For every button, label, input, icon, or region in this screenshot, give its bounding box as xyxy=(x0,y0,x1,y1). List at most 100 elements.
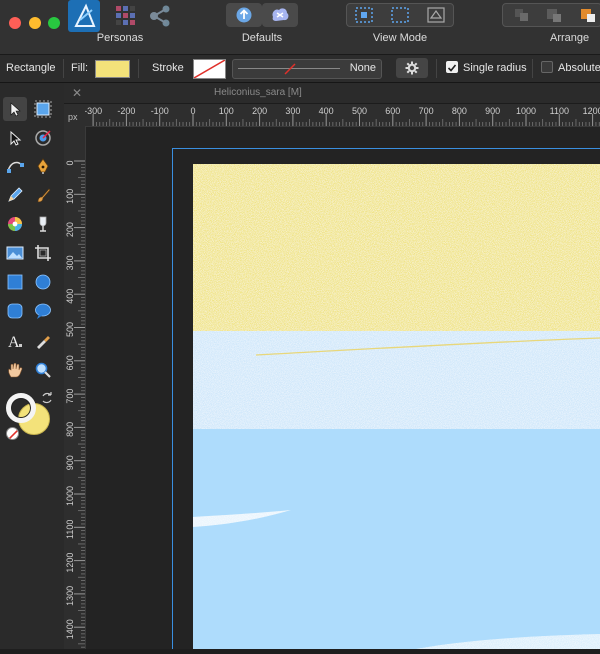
ruler-tick-label: -100 xyxy=(151,106,169,116)
ruler-tick-label: 1300 xyxy=(65,586,75,606)
ruler-tick-label: 1100 xyxy=(550,106,569,116)
callout-tool-icon[interactable] xyxy=(31,299,55,323)
ruler-tick-label: 600 xyxy=(385,106,400,116)
ruler-tick-label: 100 xyxy=(65,189,75,204)
divider xyxy=(63,59,64,78)
divider xyxy=(436,59,437,78)
document-tab-bar: ✕ Heliconius_sara [M] xyxy=(64,83,600,104)
view-mode-label: View Mode xyxy=(360,32,440,44)
horizontal-ruler[interactable]: -300-200-1000100200300400500600700800900… xyxy=(85,104,600,127)
zoom-window-button[interactable] xyxy=(48,17,60,29)
transparency-tool-icon[interactable] xyxy=(31,212,55,236)
ruler-tick-label: 200 xyxy=(65,222,75,237)
stroke-settings-button[interactable] xyxy=(396,58,428,78)
defaults-label: Defaults xyxy=(222,32,302,44)
move-tool-icon[interactable] xyxy=(3,97,27,121)
ruler-tick-label: 900 xyxy=(485,106,500,116)
stroke-width-value: None xyxy=(350,62,376,74)
ruler-corner: px xyxy=(64,104,85,126)
fill-tool-icon[interactable] xyxy=(3,212,27,236)
ruler-tick-label: 100 xyxy=(219,106,234,116)
pen-tool-icon[interactable] xyxy=(31,154,55,178)
vector-brush-tool-icon[interactable] xyxy=(31,183,55,207)
ruler-tick-label: -200 xyxy=(117,106,135,116)
document-canvas[interactable] xyxy=(86,127,600,649)
pixel-view-icon[interactable] xyxy=(389,6,411,24)
ruler-tick-label: 200 xyxy=(252,106,267,116)
node-tool-icon[interactable] xyxy=(3,126,27,150)
arrange-control xyxy=(502,3,600,27)
ruler-tick-label: 400 xyxy=(319,106,334,116)
color-picker-tool-icon[interactable] xyxy=(31,329,55,353)
fill-swatch[interactable] xyxy=(95,60,130,78)
move-to-back-icon[interactable] xyxy=(511,7,533,23)
stroke-swatch[interactable] xyxy=(193,59,226,79)
ruler-tick-label: 0 xyxy=(190,106,195,116)
rectangle-tool-icon[interactable] xyxy=(3,270,27,294)
ruler-tick-label: 400 xyxy=(65,289,75,304)
personas-label: Personas xyxy=(80,32,160,44)
fill-label: Fill: xyxy=(71,62,88,74)
artistic-text-tool-icon[interactable]: A xyxy=(3,329,27,353)
close-window-button[interactable] xyxy=(9,17,21,29)
pixel-persona-icon[interactable] xyxy=(114,4,136,26)
absolute-checkbox[interactable] xyxy=(541,61,553,73)
ruler-tick-label: 700 xyxy=(419,106,434,116)
rounded-rectangle-tool-icon[interactable] xyxy=(3,299,27,323)
pencil-tool-icon[interactable] xyxy=(3,183,27,207)
tool-name-label: Rectangle xyxy=(6,62,56,74)
minimize-window-button[interactable] xyxy=(29,17,41,29)
blue-band xyxy=(193,429,600,649)
crop-tool-icon[interactable] xyxy=(31,241,55,265)
ruler-tick-label: 800 xyxy=(452,106,467,116)
ruler-tick-label: 300 xyxy=(285,106,300,116)
tools-panel: A xyxy=(0,83,64,649)
retina-view-icon[interactable] xyxy=(425,6,447,24)
sync-defaults-button[interactable] xyxy=(226,3,262,27)
horizontal-ruler-ticks: -300-200-1000100200300400500600700800900… xyxy=(85,104,600,126)
ruler-unit-label: px xyxy=(68,112,78,122)
ellipse-tool-icon[interactable] xyxy=(31,270,55,294)
no-color-icon[interactable] xyxy=(6,427,19,440)
single-radius-checkbox[interactable] xyxy=(446,61,458,73)
context-toolbar: Rectangle Fill: Stroke None Single radiu… xyxy=(0,55,600,83)
vertical-ruler[interactable]: 0100200300400500600700800900100011001200… xyxy=(64,126,86,649)
single-radius-label: Single radius xyxy=(463,62,527,74)
canvas-area[interactable] xyxy=(86,127,600,649)
move-forward-one-icon[interactable] xyxy=(577,7,599,23)
ruler-tick-label: 800 xyxy=(65,422,75,437)
ruler-tick-label: 500 xyxy=(65,322,75,337)
stroke-label: Stroke xyxy=(152,62,184,74)
svg-text:A: A xyxy=(8,334,20,350)
ruler-tick-label: 900 xyxy=(65,455,75,470)
zoom-tool-icon[interactable] xyxy=(31,358,55,382)
ruler-tick-label: 600 xyxy=(65,355,75,370)
divider xyxy=(138,59,139,78)
ruler-tick-label: 1000 xyxy=(65,486,75,506)
vector-view-icon[interactable] xyxy=(353,6,375,24)
stroke-width-field[interactable]: None xyxy=(232,59,382,79)
swap-colors-icon[interactable] xyxy=(40,391,54,405)
absolute-label: Absolute xyxy=(558,62,600,74)
artboard-tool-icon[interactable] xyxy=(31,97,55,121)
ruler-tick-label: 1400 xyxy=(65,619,75,639)
pale-blue-band xyxy=(193,331,600,431)
gear-icon xyxy=(405,61,419,75)
document-tab-title[interactable]: Heliconius_sara [M] xyxy=(214,87,302,98)
point-transform-tool-icon[interactable] xyxy=(3,154,27,178)
main-toolbar: Personas Defaults View Mode Arrange xyxy=(0,0,600,55)
export-persona-icon[interactable] xyxy=(148,4,172,28)
ruler-tick-label: 700 xyxy=(65,389,75,404)
close-tab-icon[interactable]: ✕ xyxy=(72,86,82,100)
corner-tool-icon[interactable] xyxy=(31,126,55,150)
arrange-label: Arrange xyxy=(550,32,600,44)
designer-persona-icon[interactable] xyxy=(68,0,100,32)
view-tool-icon[interactable] xyxy=(3,358,27,382)
ruler-tick-label: 1100 xyxy=(65,520,75,539)
place-image-tool-icon[interactable] xyxy=(3,241,27,265)
ruler-tick-label: 300 xyxy=(65,255,75,270)
revert-defaults-button[interactable] xyxy=(262,3,298,27)
ruler-tick-label: 0 xyxy=(65,160,75,165)
stroke-color-ring[interactable] xyxy=(6,393,36,423)
move-back-one-icon[interactable] xyxy=(543,7,565,23)
